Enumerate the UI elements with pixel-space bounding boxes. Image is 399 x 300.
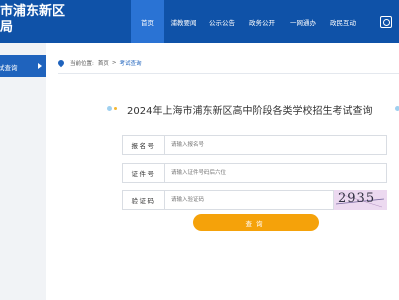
nav-online-services[interactable]: 一网通办: [282, 0, 324, 43]
id-number-input[interactable]: [164, 163, 387, 183]
registration-number-label: 报名号: [122, 135, 164, 155]
chevron-right-icon: [38, 63, 42, 69]
breadcrumb: 当前位置: 首页 > 考试查询: [56, 57, 142, 69]
site-header: 市浦东新区 局 首页 浦教要闻 公示公告 政务公开 一网通办 政民互动: [0, 0, 399, 43]
brand-line-1: 市浦东新区: [0, 4, 66, 19]
sidebar-item-exam-query[interactable]: 试查询: [0, 55, 46, 77]
nav-announcements[interactable]: 公示公告: [202, 0, 242, 43]
nav-education-news[interactable]: 浦教要闻: [165, 0, 202, 43]
captcha-image[interactable]: 2935: [334, 190, 387, 210]
registration-number-row: 报名号: [122, 135, 387, 155]
site-brand[interactable]: 市浦东新区 局: [0, 4, 65, 36]
nav-public-interaction[interactable]: 政民互动: [324, 0, 362, 43]
captcha-text: 2935: [338, 191, 376, 206]
brand-line-2: 局: [0, 20, 14, 35]
decor-dot-icon: [107, 106, 112, 111]
main-nav: 首页 浦教要闻 公示公告 政务公开 一网通办 政民互动: [131, 0, 362, 43]
wechat-icon[interactable]: [380, 16, 392, 28]
breadcrumb-home[interactable]: 首页: [98, 59, 109, 67]
nav-home[interactable]: 首页: [131, 0, 164, 43]
captcha-label: 验证码: [122, 190, 164, 210]
page-title: 2024年上海市浦东新区高中阶段各类学校招生考试查询: [127, 106, 373, 117]
breadcrumb-current[interactable]: 考试查询: [119, 59, 141, 67]
breadcrumb-prefix: 当前位置:: [70, 61, 94, 67]
sidebar-item-label: 试查询: [0, 64, 18, 72]
nav-government-affairs[interactable]: 政务公开: [242, 0, 282, 43]
location-pin-icon: [56, 58, 66, 68]
sidebar: 试查询: [0, 43, 46, 300]
breadcrumb-divider: [58, 73, 399, 74]
decor-dot-icon: [395, 106, 399, 111]
id-number-label: 证件号: [122, 163, 164, 183]
registration-number-input[interactable]: [164, 135, 387, 155]
decor-dot-icon: [114, 107, 117, 110]
captcha-row: 验证码 2935: [122, 190, 387, 210]
id-number-row: 证件号: [122, 163, 387, 183]
captcha-input[interactable]: [164, 190, 334, 210]
page-title-block: 2024年上海市浦东新区高中阶段各类学校招生考试查询: [100, 99, 399, 119]
breadcrumb-separator: >: [111, 60, 117, 66]
query-button[interactable]: 查询: [193, 214, 319, 231]
